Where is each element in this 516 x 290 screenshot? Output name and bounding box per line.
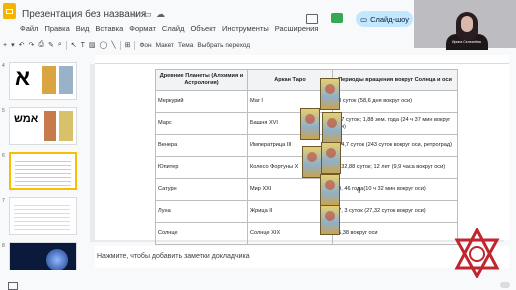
table-cell[interactable]: Юпитер [155, 156, 248, 179]
menu-view[interactable]: Вид [76, 24, 90, 36]
grid-view-icon[interactable] [8, 282, 18, 290]
tarot-card-high-priestess[interactable] [320, 205, 340, 235]
table-row: Луна Жрица II 27, 3 суток (27,32 суток в… [155, 200, 458, 223]
table-cell[interactable]: 687 суток; 1,88 зем. года (24 ч 37 мин в… [332, 112, 458, 135]
toolbar-divider [119, 40, 121, 50]
add-icon[interactable]: + [3, 42, 7, 49]
table-header-row: Древние Планеты (Алхимия и Астрология) А… [155, 69, 458, 91]
thumb-table [15, 158, 71, 186]
star-icon[interactable]: ☆ [130, 10, 138, 19]
tarot-card-wheel-of-fortune[interactable] [302, 146, 322, 178]
thumb-card [59, 111, 73, 141]
thumb-card [59, 66, 73, 94]
line-icon[interactable]: ╲ [111, 41, 115, 49]
meet-icon[interactable] [331, 13, 343, 23]
ruler [95, 55, 509, 64]
comment-add-icon[interactable]: ⊞ [125, 41, 131, 49]
table-row: Сатурн Мир XXI 29, 46 года(10 ч 32 мин в… [155, 178, 458, 201]
thumb-number: 7 [2, 198, 5, 204]
paint-format-icon[interactable]: ✎ [48, 41, 54, 49]
table-cell[interactable]: 29, 46 года(10 ч 32 мин вокруг оси) [332, 178, 458, 201]
thumb-planet [46, 249, 68, 271]
menu-extensions[interactable]: Расширения [275, 24, 319, 36]
tarot-card-world[interactable] [320, 174, 340, 206]
table-cell[interactable]: 88 суток (58,6 дня вокруг оси) [332, 90, 458, 113]
bottom-bar [0, 270, 414, 290]
table-row: Солнце Солнце XIX 25,38 вокруг оси [155, 222, 458, 245]
menu-tools[interactable]: Инструменты [222, 24, 269, 36]
print-icon[interactable]: ⎙ [38, 41, 44, 49]
table-cell[interactable]: Марс [155, 112, 248, 135]
add-dropdown-icon[interactable]: ▾ [11, 41, 15, 49]
slideshow-label: Слайд-шоу [370, 14, 409, 24]
table-cell[interactable]: 25,38 вокруг оси [332, 222, 458, 245]
table-cell[interactable]: Луна [155, 200, 248, 223]
cloud-status-icon: ☁ [156, 9, 165, 19]
menu-bar: Файл Правка Вид Вставка Формат Слайд Объ… [20, 24, 318, 36]
menu-edit[interactable]: Правка [44, 24, 69, 36]
table-cell[interactable]: Меркурий [155, 90, 248, 113]
select-icon[interactable]: ↖ [71, 41, 77, 49]
tarot-card-empress[interactable] [322, 112, 342, 144]
table-cell[interactable]: Сатурн [155, 178, 248, 201]
menu-file[interactable]: Файл [20, 24, 38, 36]
channel-logo-icon [454, 228, 500, 278]
toolbar: + ▾ ↶ ↷ ⎙ ✎ ⌕ ↖ T ▨ ◯ ╲ ⊞ Фон Макет Тема… [0, 38, 414, 52]
webcam-label: Ирина Селезнёва [452, 40, 481, 44]
thumb-glyph: אמש [14, 113, 39, 125]
notes-placeholder: Нажмите, чтобы добавить заметки докладчи… [97, 253, 250, 260]
move-folder-icon[interactable]: ▭ [143, 10, 152, 19]
comments-icon[interactable] [306, 14, 318, 24]
zoom-icon[interactable]: ⌕ [58, 41, 62, 49]
thumb-card [42, 66, 56, 94]
menu-object[interactable]: Объект [190, 24, 216, 36]
menu-slide[interactable]: Слайд [162, 24, 185, 36]
toolbar-divider [134, 40, 136, 50]
menu-format[interactable]: Формат [129, 24, 156, 36]
slide-thumbnail-5[interactable]: אמש [9, 107, 77, 145]
slide-thumbnail-7[interactable] [9, 197, 77, 235]
table-cell[interactable]: 27, 3 суток (27,32 суток вокруг оси) [332, 200, 458, 223]
thumb-number: 4 [2, 63, 5, 69]
image-icon[interactable]: ▨ [89, 41, 96, 49]
text-box-icon[interactable]: T [81, 42, 85, 49]
layout-button[interactable]: Макет [156, 42, 174, 49]
header-planets[interactable]: Древние Планеты (Алхимия и Астрология) [155, 69, 248, 91]
thumb-glyph: א [15, 65, 31, 90]
presenter-face [461, 16, 473, 32]
collapse-panel-icon[interactable] [500, 282, 510, 288]
redo-icon[interactable]: ↷ [28, 41, 34, 49]
menu-insert[interactable]: Вставка [95, 24, 123, 36]
slides-logo-icon[interactable] [3, 3, 16, 19]
table-cell[interactable]: Венера [155, 134, 248, 157]
slideshow-button[interactable]: ▭ Слайд-шоу [356, 11, 413, 27]
background-button[interactable]: Фон [139, 42, 151, 49]
document-title[interactable]: Презентация без названия [22, 9, 146, 20]
undo-icon[interactable]: ↶ [19, 41, 25, 49]
thumb-number: 5 [2, 108, 5, 114]
header-periods[interactable]: Периоды вращения вокруг Солнца и оси [332, 69, 458, 91]
table-cell[interactable]: 224,7 суток (243 суток вокруг оси, ретро… [332, 134, 458, 157]
slide-thumbnail-6[interactable] [9, 152, 77, 190]
tarot-card-sun[interactable] [321, 142, 341, 174]
thumb-number: 8 [2, 243, 5, 249]
transition-button[interactable]: Выбрать переход [197, 42, 250, 49]
thumb-number: 6 [2, 153, 5, 159]
slide-thumbnail-4[interactable]: א [9, 62, 77, 100]
shape-icon[interactable]: ◯ [100, 41, 108, 49]
tarot-card-tower[interactable] [300, 108, 320, 140]
thumb-text [14, 202, 70, 230]
table-cell[interactable]: 4332,88 суток; 12 лет (9,9 часа вокруг о… [332, 156, 458, 179]
slideshow-icon: ▭ [360, 14, 368, 24]
toolbar-divider [65, 40, 67, 50]
text-cursor-icon: I [358, 186, 361, 195]
table-cell[interactable]: Солнце [155, 222, 248, 245]
tarot-card-magician[interactable] [320, 78, 340, 110]
theme-button[interactable]: Тема [178, 42, 193, 49]
thumb-card [44, 111, 56, 141]
